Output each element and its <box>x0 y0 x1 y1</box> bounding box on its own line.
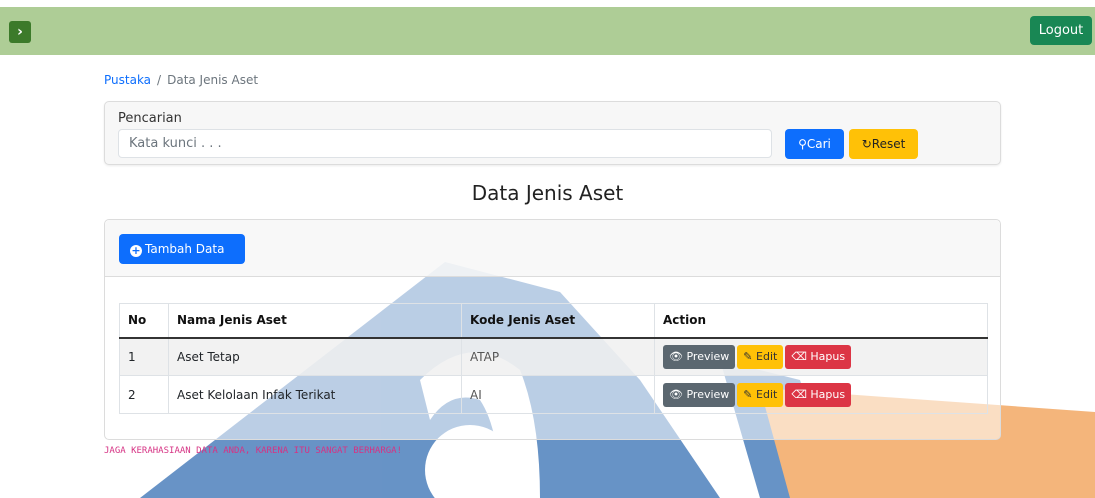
delete-button[interactable]: ⌫ Hapus <box>785 382 852 407</box>
cell-nama: Aset Kelolaan Infak Terikat <box>168 375 462 414</box>
breadcrumb: Pustaka / Data Jenis Aset <box>104 73 258 87</box>
edit-icon: ✎ <box>743 387 757 401</box>
search-label: Pencarian <box>118 111 182 126</box>
eraser-icon: ⌫ <box>791 387 811 401</box>
cell-action: 👁 Preview ✎ Edit ⌫ Hapus <box>654 337 988 376</box>
cell-no: 2 <box>119 375 169 414</box>
preview-label: Preview <box>686 349 730 363</box>
chevron-right-icon[interactable]: › <box>9 21 31 43</box>
eye-icon: 👁 <box>669 387 687 401</box>
breadcrumb-current: Data Jenis Aset <box>167 73 259 87</box>
cell-action: 👁 Preview ✎ Edit ⌫ Hapus <box>654 375 988 414</box>
eye-icon: 👁 <box>669 349 687 363</box>
search-button-label: Cari <box>806 137 831 151</box>
cell-kode: ATAP <box>461 337 655 376</box>
reset-button-label: Reset <box>871 137 906 151</box>
edit-button[interactable]: ✎ Edit <box>737 344 784 369</box>
table-header-row: No Nama Jenis Aset Kode Jenis Aset Actio… <box>119 303 988 339</box>
search-input[interactable] <box>118 129 772 158</box>
breadcrumb-separator: / <box>157 73 162 87</box>
preview-label: Preview <box>686 387 730 401</box>
breadcrumb-link-pustaka[interactable]: Pustaka <box>104 73 151 87</box>
edit-icon: ✎ <box>743 349 757 363</box>
preview-button[interactable]: 👁 Preview <box>663 344 736 369</box>
delete-button[interactable]: ⌫ Hapus <box>785 344 852 369</box>
add-data-label: Tambah Data <box>145 242 225 256</box>
asset-type-table: No Nama Jenis Aset Kode Jenis Aset Actio… <box>119 303 988 414</box>
cell-nama: Aset Tetap <box>168 337 462 376</box>
reset-button[interactable]: ↻Reset <box>849 129 918 159</box>
eraser-icon: ⌫ <box>791 349 811 363</box>
reset-icon: ↻ <box>861 137 872 151</box>
plus-circle-icon: + <box>130 244 142 257</box>
edit-label: Edit <box>756 387 778 401</box>
delete-label: Hapus <box>810 349 846 363</box>
search-icon: ⚲ <box>798 137 807 151</box>
page-title: Data Jenis Aset <box>471 181 624 205</box>
header-no: No <box>119 303 169 339</box>
add-data-button[interactable]: + Tambah Data <box>119 234 245 264</box>
table-row: 1 Aset Tetap ATAP 👁 Preview ✎ Edit ⌫ Hapus <box>119 337 988 376</box>
data-card-header: + Tambah Data <box>105 220 1000 277</box>
delete-label: Hapus <box>810 387 846 401</box>
cell-no: 1 <box>119 337 169 376</box>
edit-button[interactable]: ✎ Edit <box>737 382 784 407</box>
search-button[interactable]: ⚲Cari <box>785 129 844 159</box>
search-card: Pencarian ⚲Cari ↻Reset <box>104 101 1001 165</box>
table-row: 2 Aset Kelolaan Infak Terikat AI 👁 Previ… <box>119 375 988 414</box>
confidentiality-note: JAGA KERAHASIAAN DATA ANDA, KARENA ITU S… <box>104 446 403 456</box>
logout-button[interactable]: Logout <box>1030 16 1092 45</box>
preview-button[interactable]: 👁 Preview <box>663 382 736 407</box>
cell-kode: AI <box>461 375 655 414</box>
header-action: Action <box>654 303 988 339</box>
header-nama: Nama Jenis Aset <box>168 303 462 339</box>
header-kode: Kode Jenis Aset <box>461 303 655 339</box>
edit-label: Edit <box>756 349 778 363</box>
